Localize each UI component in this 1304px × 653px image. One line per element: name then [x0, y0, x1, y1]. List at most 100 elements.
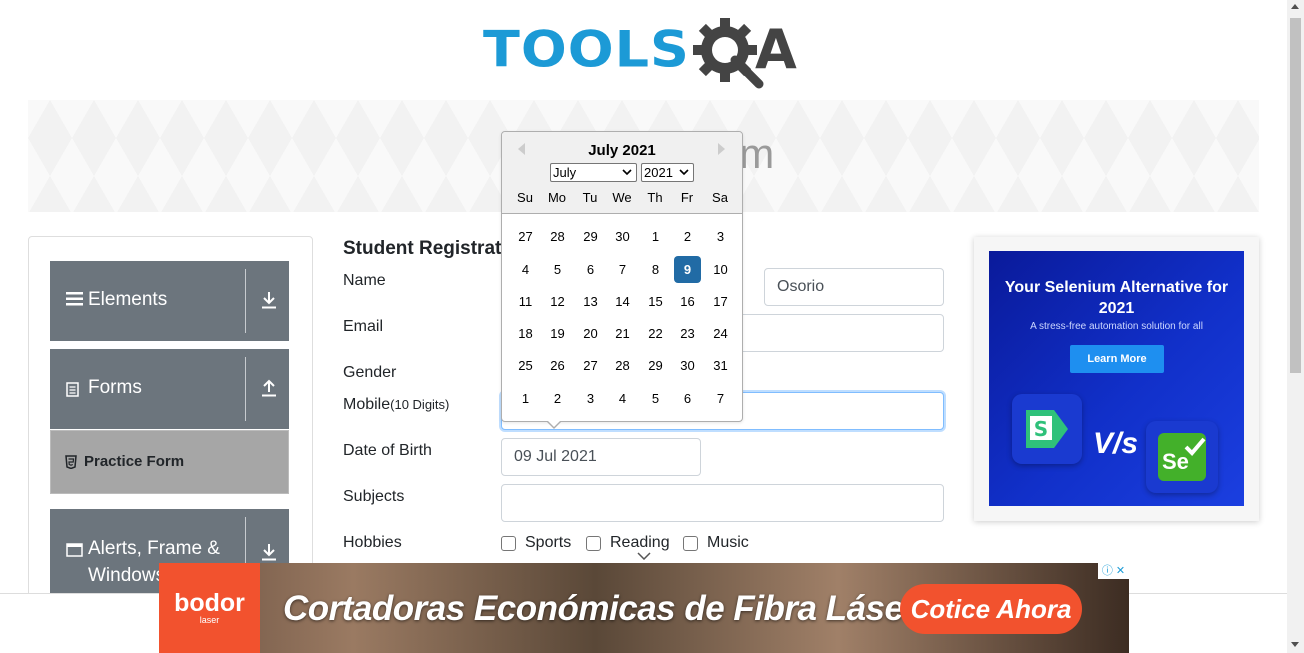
selenium-logo-text: Se — [1162, 449, 1189, 474]
scroll-up-arrow-icon[interactable] — [1291, 4, 1299, 9]
calendar-day[interactable]: 4 — [609, 385, 636, 412]
cotice-ahora-button[interactable]: Cotice Ahora — [900, 584, 1082, 634]
calendar-day[interactable]: 3 — [577, 385, 604, 412]
hobby-label: Music — [707, 534, 749, 551]
dob-label: Date of Birth — [343, 442, 432, 459]
calendar-day[interactable]: 1 — [642, 223, 669, 250]
selenium-logo: Se — [1146, 421, 1218, 493]
toolsqa-logo[interactable]: TOOLS A — [483, 14, 813, 92]
calendar-day[interactable]: 21 — [609, 320, 636, 347]
checkbox[interactable] — [501, 535, 516, 551]
download-arrow-icon[interactable] — [261, 291, 277, 309]
calendar-day[interactable]: 26 — [544, 352, 571, 379]
subjects-label: Subjects — [343, 488, 405, 505]
calendar-day[interactable]: 27 — [512, 223, 539, 250]
calendar-day[interactable]: 11 — [512, 288, 539, 315]
hobby-label: Sports — [525, 534, 572, 551]
calendar-day[interactable]: 4 — [512, 256, 539, 283]
calendar-day[interactable]: 14 — [609, 288, 636, 315]
weekday-label: Th — [647, 190, 663, 205]
scroll-down-arrow-icon[interactable] — [1291, 642, 1299, 647]
mobile-label: Mobile(10 Digits) — [343, 396, 449, 414]
calendar-day[interactable]: 27 — [577, 352, 604, 379]
calendar-day[interactable]: 8 — [642, 256, 669, 283]
calendar-day[interactable]: 30 — [609, 223, 636, 250]
katalon-icon: S — [1026, 410, 1068, 448]
calendar-day[interactable]: 1 — [512, 385, 539, 412]
bodor-logo: bodor laser — [159, 563, 260, 653]
calendar-day[interactable]: 25 — [512, 352, 539, 379]
scrollbar-thumb[interactable] — [1290, 18, 1301, 373]
calendar-day[interactable]: 13 — [577, 288, 604, 315]
weekday-label: Mo — [547, 190, 567, 205]
calendar-day[interactable]: 7 — [707, 385, 734, 412]
year-select[interactable]: 2021 — [641, 163, 694, 182]
calendar-day[interactable]: 30 — [674, 352, 701, 379]
calendar-day[interactable]: 2 — [674, 223, 701, 250]
bottom-advertisement[interactable]: bodor laser Cortadoras Económicas de Fib… — [159, 563, 1129, 653]
name-label: Name — [343, 272, 386, 289]
month-select-value: July — [553, 165, 577, 180]
checkbox[interactable] — [586, 535, 601, 551]
sidebar-item-practice-form[interactable]: Practice Form — [50, 430, 289, 494]
weekday-label: Su — [517, 190, 533, 205]
calendar-day[interactable]: 2 — [544, 385, 571, 412]
sidebar-group-forms[interactable]: Forms — [50, 349, 289, 429]
adchoices-icon[interactable]: ⓘ ✕ — [1098, 563, 1129, 579]
logo-suffix: A — [755, 18, 797, 81]
calendar-day[interactable]: 3 — [707, 223, 734, 250]
sidebar-group-elements[interactable]: Elements — [50, 261, 289, 341]
calendar-day[interactable]: 5 — [544, 256, 571, 283]
download-arrow-icon[interactable] — [261, 543, 277, 561]
mobile-label-text: Mobile — [343, 396, 391, 413]
email-input[interactable] — [725, 314, 944, 352]
calendar-day[interactable]: 29 — [577, 223, 604, 250]
brand-name: bodor — [174, 589, 245, 617]
upload-arrow-icon[interactable] — [261, 379, 277, 397]
logo-text: TOOLS — [483, 20, 690, 79]
subjects-input[interactable] — [501, 484, 944, 522]
ad-creative[interactable]: Your Selenium Alternative for 2021 A str… — [989, 251, 1244, 506]
calendar-day-selected[interactable]: 9 — [674, 256, 701, 283]
checkbox[interactable] — [683, 535, 698, 551]
hobby-reading-checkbox[interactable]: Reading — [586, 534, 670, 552]
calendar-day[interactable]: 5 — [642, 385, 669, 412]
calendar-day[interactable]: 28 — [544, 223, 571, 250]
date-picker-popup: July 2021 July 2021 Su Mo Tu We Th Fr Sa… — [501, 131, 743, 422]
side-advertisement[interactable]: Your Selenium Alternative for 2021 A str… — [974, 237, 1259, 521]
html5-icon — [65, 455, 77, 469]
calendar-day[interactable]: 15 — [642, 288, 669, 315]
calendar-day[interactable]: 7 — [609, 256, 636, 283]
calendar-day[interactable]: 16 — [674, 288, 701, 315]
hobby-music-checkbox[interactable]: Music — [683, 534, 749, 552]
last-name-input[interactable]: Osorio — [764, 268, 944, 306]
calendar-day[interactable]: 6 — [674, 385, 701, 412]
calendar-day[interactable]: 22 — [642, 320, 669, 347]
next-month-arrow-icon[interactable] — [718, 143, 725, 155]
calendar-day[interactable]: 18 — [512, 320, 539, 347]
ad-title: Your Selenium Alternative for 2021 — [1004, 279, 1229, 317]
sidebar-item-label: Practice Form — [84, 453, 185, 470]
mobile-hint: (10 Digits) — [390, 397, 450, 412]
calendar-day[interactable]: 17 — [707, 288, 734, 315]
calendar-day[interactable]: 20 — [577, 320, 604, 347]
weekday-label: Fr — [680, 190, 694, 205]
calendar-day[interactable]: 23 — [674, 320, 701, 347]
month-select[interactable]: July — [550, 163, 637, 182]
menu-icon — [66, 292, 83, 306]
calendar-day[interactable]: 12 — [544, 288, 571, 315]
date-picker-header: July 2021 July 2021 Su Mo Tu We Th Fr Sa — [502, 132, 742, 214]
hobby-sports-checkbox[interactable]: Sports — [501, 534, 571, 552]
calendar-day[interactable]: 10 — [707, 256, 734, 283]
calendar-day[interactable]: 29 — [642, 352, 669, 379]
calendar-day[interactable]: 31 — [707, 352, 734, 379]
divider — [245, 357, 246, 421]
calendar-day[interactable]: 6 — [577, 256, 604, 283]
date-of-birth-input[interactable]: 09 Jul 2021 — [501, 438, 701, 476]
year-select-value: 2021 — [644, 165, 673, 180]
calendar-day[interactable]: 19 — [544, 320, 571, 347]
learn-more-button[interactable]: Learn More — [1070, 345, 1164, 373]
calendar-day[interactable]: 28 — [609, 352, 636, 379]
calendar-day[interactable]: 24 — [707, 320, 734, 347]
weekday-label: We — [612, 190, 632, 205]
